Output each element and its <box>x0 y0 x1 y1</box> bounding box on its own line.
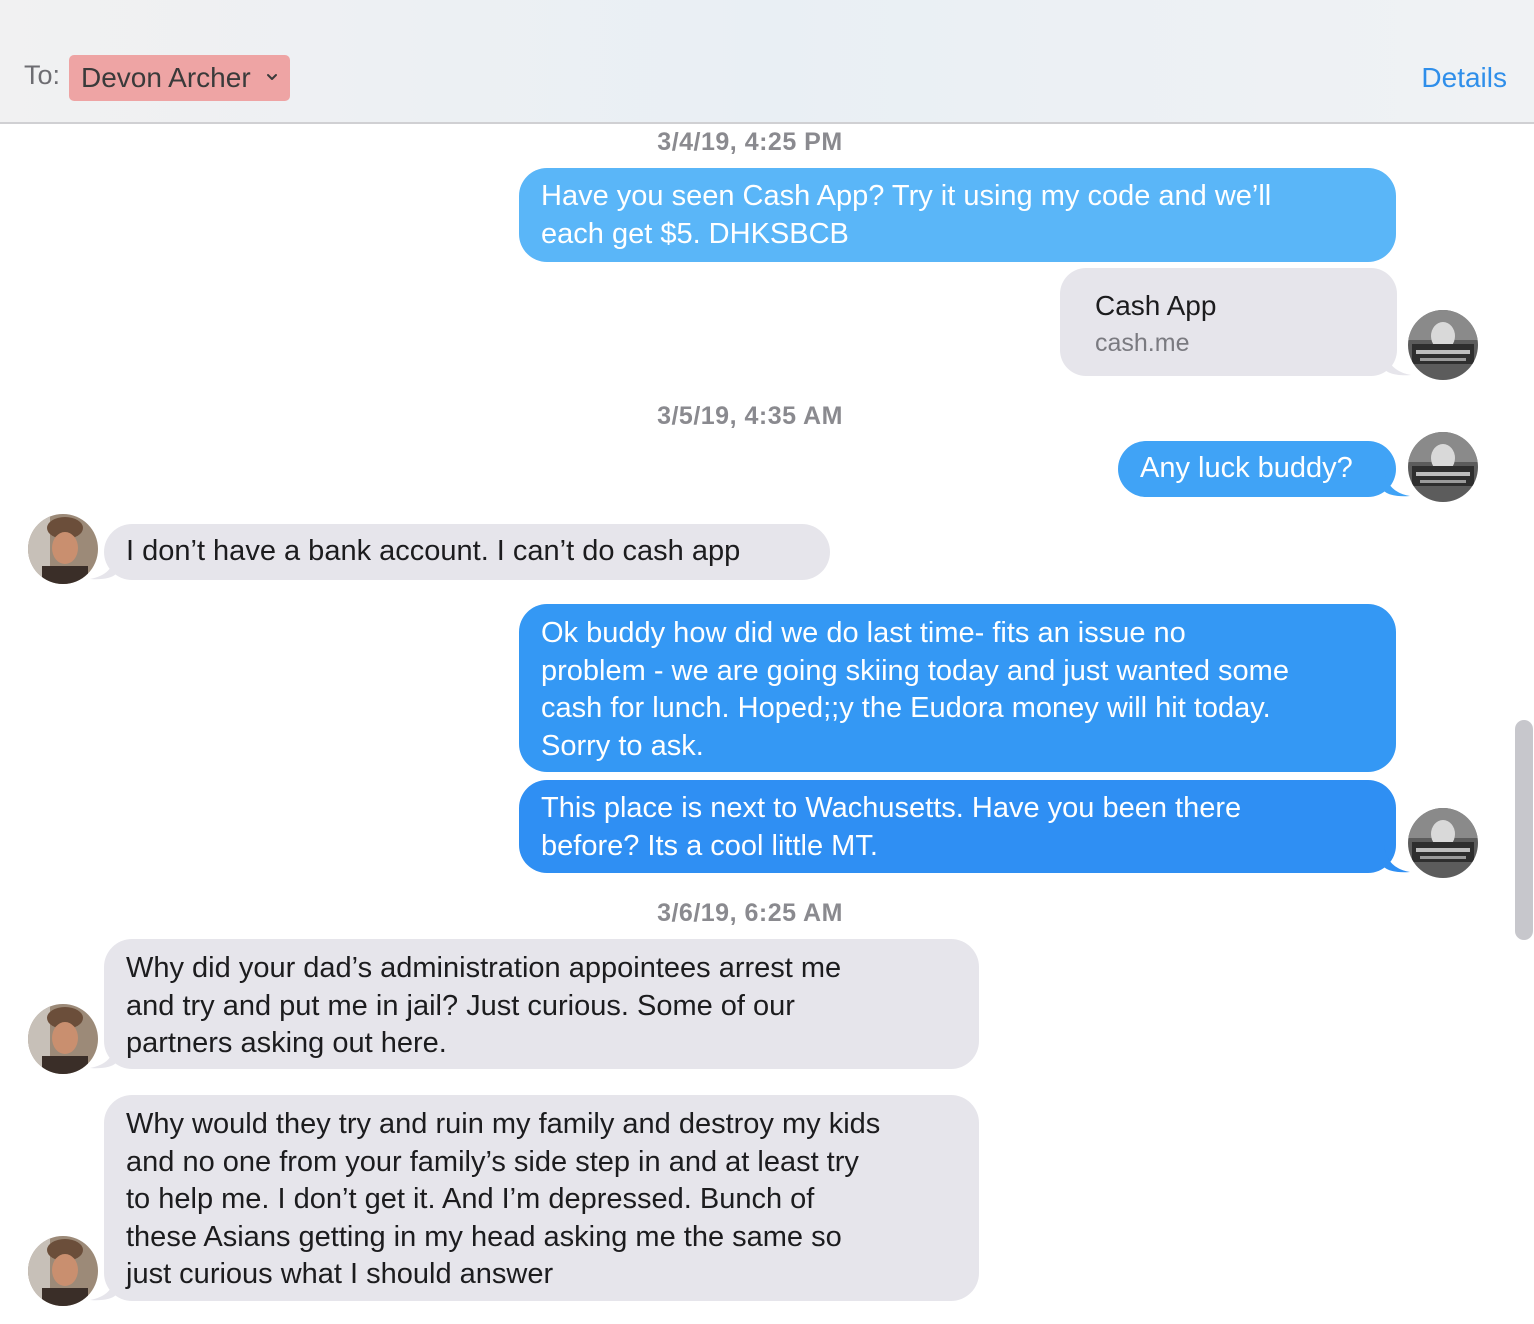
message-bubble-outgoing[interactable]: Ok buddy how did we do last time- fits a… <box>519 604 1396 772</box>
bubble-tail <box>1384 845 1410 873</box>
timestamp: 3/6/19, 6:25 AM <box>657 899 843 927</box>
timestamp: 3/4/19, 4:25 PM <box>657 128 843 156</box>
to-label: To: <box>24 60 61 90</box>
message-bubble-outgoing[interactable]: Have you seen Cash App? Try it using my … <box>519 168 1396 262</box>
conversation-header: To: Devon Archer Details <box>0 0 1534 124</box>
message-bubble-outgoing[interactable]: Any luck buddy? <box>1118 441 1410 497</box>
recipient-name: Devon Archer <box>81 62 251 93</box>
sender-avatar <box>1408 808 1478 878</box>
bubble-tail <box>1385 348 1411 376</box>
link-preview-url: cash.me <box>1095 329 1190 357</box>
sender-avatar <box>1408 432 1478 502</box>
message-text: I don’t have a bank account. I can’t do … <box>126 535 741 567</box>
message-bubble-outgoing[interactable]: This place is next to Wachusetts. Have y… <box>519 780 1410 873</box>
contact-avatar <box>28 1236 98 1306</box>
message-text: Why would they try and ruin my family an… <box>126 1108 881 1290</box>
recipient-chip[interactable]: Devon Archer <box>69 55 290 101</box>
details-button[interactable]: Details <box>1421 62 1507 94</box>
message-bubble-incoming[interactable]: Why did your dad’s administration appoin… <box>90 939 979 1069</box>
message-text: Ok buddy how did we do last time- fits a… <box>541 617 1289 762</box>
contact-avatar <box>28 514 98 584</box>
link-preview-card[interactable]: Cash App cash.me <box>1060 268 1411 376</box>
message-text: Any luck buddy? <box>1140 452 1353 484</box>
chevron-down-icon <box>267 74 277 80</box>
timestamp: 3/5/19, 4:35 AM <box>657 402 843 430</box>
sender-avatar <box>1408 310 1478 380</box>
message-text: This place is next to Wachusetts. Have y… <box>541 792 1242 862</box>
link-preview-title: Cash App <box>1095 290 1217 321</box>
contact-avatar <box>28 1004 98 1074</box>
bubble-tail <box>90 552 116 580</box>
bubble-tail <box>1384 469 1410 497</box>
message-bubble-incoming[interactable]: Why would they try and ruin my family an… <box>90 1095 979 1301</box>
message-text: Why did your dad’s administration appoin… <box>126 952 842 1059</box>
message-text: Have you seen Cash App? Try it using my … <box>541 180 1272 250</box>
message-bubble-incoming[interactable]: I don’t have a bank account. I can’t do … <box>90 524 830 580</box>
scrollbar-thumb[interactable] <box>1515 720 1533 940</box>
